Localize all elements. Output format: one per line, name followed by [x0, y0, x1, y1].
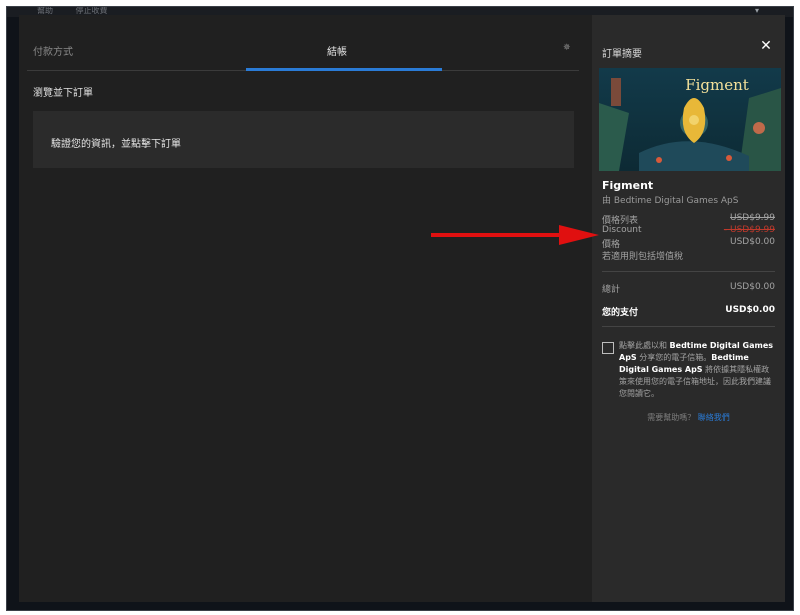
top-strip-item[interactable]: 幫助 [37, 7, 53, 15]
review-heading: 瀏覽並下訂單 [33, 88, 93, 99]
tab-checkout[interactable]: 結帳 [239, 43, 435, 58]
red-arrow-annotation [431, 225, 599, 245]
help-line: 需要幫助嗎？ 聯絡我們 [592, 412, 785, 423]
summary-title: 訂單摘要 [602, 49, 642, 60]
game-title: Figment [602, 179, 654, 192]
publisher: 由 Bedtime Digital Games ApS [602, 196, 739, 206]
top-strip-item[interactable]: 停止收費 [76, 7, 108, 15]
subtotal-label: 總計 [602, 285, 621, 295]
discount-value: - USD$9.99 [723, 225, 775, 235]
list-price-value: USD$9.99 [730, 213, 775, 223]
verify-panel: 驗證您的資訊，並點擊下訂單 [33, 111, 574, 168]
subtotal-value: USD$0.00 [730, 282, 775, 292]
pay-label: 您的支付 [602, 308, 639, 318]
pin-icon[interactable]: ✵ [563, 43, 573, 53]
verify-text: 驗證您的資訊，並點擊下訂單 [51, 139, 181, 150]
checkout-modal: 付款方式 結帳 ✵ 瀏覽並下訂單 驗證您的資訊，並點擊下訂單 訂單摘要 ✕ Fi… [19, 15, 785, 602]
price-value: USD$0.00 [730, 237, 775, 247]
active-tab-indicator [246, 68, 442, 71]
tax-note: 若適用則包括增值稅 [602, 252, 684, 262]
consent-text: 點擊此處以和 Bedtime Digital Games ApS 分享您的電子信… [619, 341, 773, 398]
share-email-checkbox[interactable] [602, 342, 614, 354]
app-frame: 幫助 停止收費 ▾ 付款方式 結帳 ✵ 瀏覽並下訂單 驗證您的資訊，並點擊下訂單… [6, 6, 794, 611]
help-text: 需要幫助嗎？ [647, 413, 696, 422]
chevron-down-icon[interactable]: ▾ [755, 7, 759, 15]
game-cover-image: Figment [599, 68, 781, 171]
tab-payment[interactable]: 付款方式 [33, 43, 73, 58]
divider [602, 271, 775, 272]
tab-bar: 付款方式 結帳 ✵ [27, 37, 579, 71]
order-summary: 訂單摘要 ✕ Figment Figment 由 Bedtime Digital… [592, 15, 785, 602]
checkout-main: 付款方式 結帳 ✵ 瀏覽並下訂單 驗證您的資訊，並點擊下訂單 [19, 15, 592, 602]
divider [602, 326, 775, 327]
pay-value: USD$0.00 [725, 305, 775, 315]
discount-label: Discount [602, 225, 642, 235]
contact-us-link[interactable]: 聯絡我們 [698, 413, 730, 422]
close-icon[interactable]: ✕ [759, 39, 773, 53]
cover-title: Figment [685, 76, 749, 94]
